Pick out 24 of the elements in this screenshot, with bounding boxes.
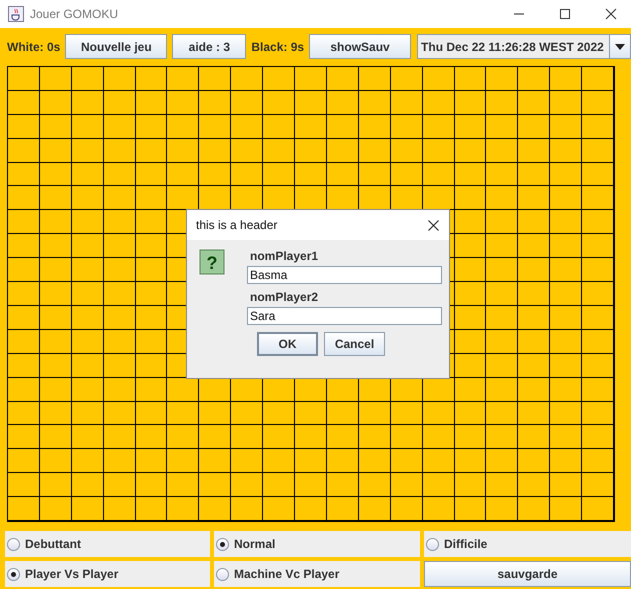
window-title: Jouer GOMOKU	[30, 7, 118, 21]
close-icon[interactable]	[605, 8, 617, 20]
difficulty-radio[interactable]: Difficile	[426, 537, 488, 551]
maximize-icon[interactable]	[559, 8, 571, 20]
player-timer: Black: 9s	[251, 40, 304, 54]
dialog-button[interactable]: Cancel	[324, 332, 385, 356]
close-icon[interactable]	[428, 220, 439, 230]
save-button[interactable]: sauvgarde	[424, 561, 631, 587]
player-timer: White: 0s	[7, 40, 60, 54]
difficulty-radio[interactable]: Debuttant	[7, 537, 81, 551]
dialog-title: this is a header	[196, 218, 278, 232]
field-label: nomPlayer2	[249, 290, 320, 304]
java-cup-icon	[8, 6, 24, 22]
input-field[interactable]: Basma	[247, 266, 442, 284]
field-label: nomPlayer1	[249, 249, 320, 263]
help-button[interactable]: aide : 3	[172, 34, 246, 59]
dialog-button[interactable]: OK	[257, 332, 318, 356]
question-icon: ?	[199, 249, 227, 277]
difficulty-radio[interactable]: Normal	[216, 537, 276, 551]
show-saves-button[interactable]: showSauv	[309, 34, 412, 59]
caret-icon	[614, 44, 625, 50]
input-field[interactable]: Sara	[247, 307, 442, 325]
new-game-button[interactable]: Nouvelle jeu	[65, 34, 168, 59]
date-dropdown[interactable]: Thu Dec 22 11:26:28 WEST 2022	[417, 34, 631, 59]
